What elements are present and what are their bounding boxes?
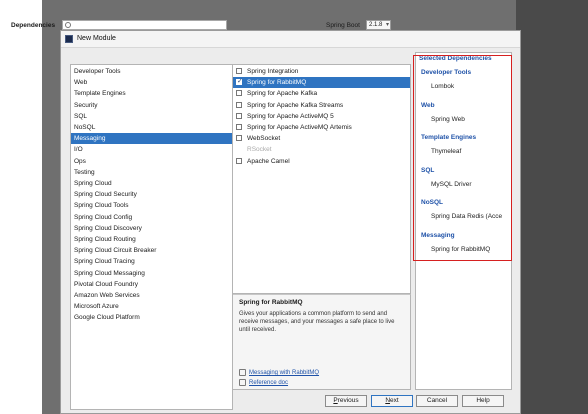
description-body: Gives your applications a common platfor… [239, 311, 395, 333]
selected-group-title: Web [421, 101, 435, 109]
selected-dependency-item: Spring Data Redis (Acce [431, 213, 503, 220]
dependency-label: Spring for Apache ActiveMQ Artemis [247, 124, 352, 131]
category-item[interactable]: Spring Cloud Config [71, 212, 232, 223]
selected-dependency-item: MySQL Driver [431, 180, 472, 188]
dependency-item[interactable]: Spring for Apache ActiveMQ 5 [233, 111, 410, 122]
dependency-checkbox[interactable] [236, 157, 242, 164]
guide-icon [239, 369, 246, 376]
category-item[interactable]: Amazon Web Services [71, 290, 232, 301]
reference-icon [239, 379, 246, 386]
category-item[interactable]: NoSQL [71, 122, 232, 133]
dependency-label: Spring for Apache Kafka [247, 90, 318, 98]
category-item[interactable]: Spring Cloud Security [71, 189, 232, 200]
selected-group-title: Messaging [421, 231, 455, 239]
category-item[interactable]: Spring Cloud Routing [71, 234, 232, 245]
guide-link[interactable]: Messaging with RabbitMQ [239, 369, 319, 376]
dependency-item[interactable]: Spring for RabbitMQ [233, 76, 410, 89]
dependency-item[interactable]: Spring for Apache Kafka [233, 88, 410, 99]
category-item[interactable]: Spring Cloud Tracing [71, 256, 232, 267]
selected-dependency-item: Spring for RabbitMQ [431, 245, 491, 253]
category-list: Developer Tools Web Template Engines Securi… [70, 64, 233, 410]
dependency-checkbox[interactable] [236, 101, 242, 108]
dependency-checkbox[interactable] [236, 135, 242, 142]
dependency-item[interactable]: Spring for Apache ActiveMQ Artemis [233, 122, 410, 133]
dependency-item[interactable]: Spring for Apache Kafka Streams [233, 100, 410, 111]
reference-link-label: Reference doc [249, 380, 289, 387]
guide-link-label: Messaging with RabbitMQ [249, 370, 320, 377]
dependency-item: RSocket [233, 144, 410, 155]
dependency-label: Spring for RabbitMQ [247, 79, 307, 87]
next-button[interactable]: Next [371, 395, 413, 407]
desktop-right-panel [516, 0, 588, 414]
intellij-app-icon [65, 35, 73, 43]
selected-group-title: Template Engines [421, 134, 477, 141]
selected-dependencies-header: Selected Dependencies [419, 55, 492, 62]
help-button[interactable]: Help [462, 395, 504, 407]
reference-link[interactable]: Reference doc [239, 379, 288, 386]
selected-group-title: SQL [421, 166, 435, 174]
category-item[interactable]: Web [71, 77, 232, 88]
category-item[interactable]: Google Cloud Platform [71, 312, 232, 323]
category-item[interactable]: Spring Cloud Messaging [71, 268, 232, 279]
cancel-button[interactable]: Cancel [416, 395, 458, 407]
category-item[interactable]: Security [71, 100, 232, 111]
chevron-down-icon: ▾ [385, 22, 389, 28]
spring-boot-version-select[interactable]: 2.1.8 ▾ [366, 20, 391, 30]
dependency-item[interactable]: Spring Integration [233, 66, 410, 77]
dependency-label: Spring for Apache Kafka Streams [247, 101, 344, 109]
dependency-label: Apache Camel [247, 157, 290, 165]
dependency-checkbox[interactable] [236, 90, 242, 97]
dependency-checkbox[interactable] [236, 112, 242, 119]
dependency-label: Spring for Apache ActiveMQ 5 [247, 112, 334, 120]
category-item[interactable]: Pivotal Cloud Foundry [71, 279, 232, 290]
dependency-label: RSocket [247, 146, 272, 154]
dependency-item[interactable]: WebSocket [233, 133, 410, 144]
category-item[interactable]: Messaging [71, 133, 232, 145]
dependency-label: WebSocket [247, 135, 281, 143]
selected-dependency-item: Thymeleaf [431, 148, 462, 155]
selected-dependencies-panel: Selected Dependencies Developer Tools Lom… [415, 52, 512, 390]
dialog-title: New Module [77, 35, 116, 42]
dialog-titlebar: New Module [61, 31, 520, 48]
spring-boot-label: Spring Boot [326, 22, 360, 29]
selected-group-title: Developer Tools [421, 69, 472, 76]
dependency-search[interactable] [62, 20, 227, 30]
selected-group-title: NoSQL [421, 199, 444, 206]
category-item[interactable]: I/O [71, 144, 232, 155]
dependency-checkbox[interactable] [236, 76, 243, 87]
selected-dependency-item: Lombok [431, 83, 455, 90]
dependency-checkbox[interactable] [236, 68, 242, 74]
category-item[interactable]: Ops [71, 156, 232, 167]
dependency-item[interactable]: Apache Camel [233, 156, 410, 167]
dependency-description: Spring for RabbitMQ Gives your applicati… [233, 294, 411, 390]
category-item[interactable]: Spring Cloud Discovery [71, 223, 232, 234]
selected-dependency-item: Spring Web [431, 115, 465, 123]
dependency-list: Spring Integration Spring for RabbitMQ Spr… [233, 64, 411, 294]
left-margin [0, 0, 42, 414]
search-input[interactable] [73, 21, 223, 29]
spring-boot-version: 2.1.8 [369, 22, 383, 28]
description-title: Spring for RabbitMQ [239, 299, 303, 306]
category-item[interactable]: Spring Cloud [71, 178, 232, 189]
category-item[interactable]: Microsoft Azure [71, 301, 232, 312]
dependency-checkbox[interactable] [236, 124, 242, 130]
category-item[interactable]: Testing [71, 167, 232, 178]
category-item[interactable]: Spring Cloud Tools [71, 200, 232, 211]
category-item[interactable]: Template Engines [71, 88, 232, 99]
previous-button[interactable]: Previous [325, 395, 367, 407]
dependency-label: Spring Integration [247, 68, 299, 75]
category-item[interactable]: Spring Cloud Circuit Breaker [71, 245, 232, 256]
category-item[interactable]: SQL [71, 111, 232, 122]
category-item[interactable]: Developer Tools [71, 66, 232, 77]
dependencies-label: Dependencies [11, 22, 56, 29]
search-icon [65, 22, 71, 28]
